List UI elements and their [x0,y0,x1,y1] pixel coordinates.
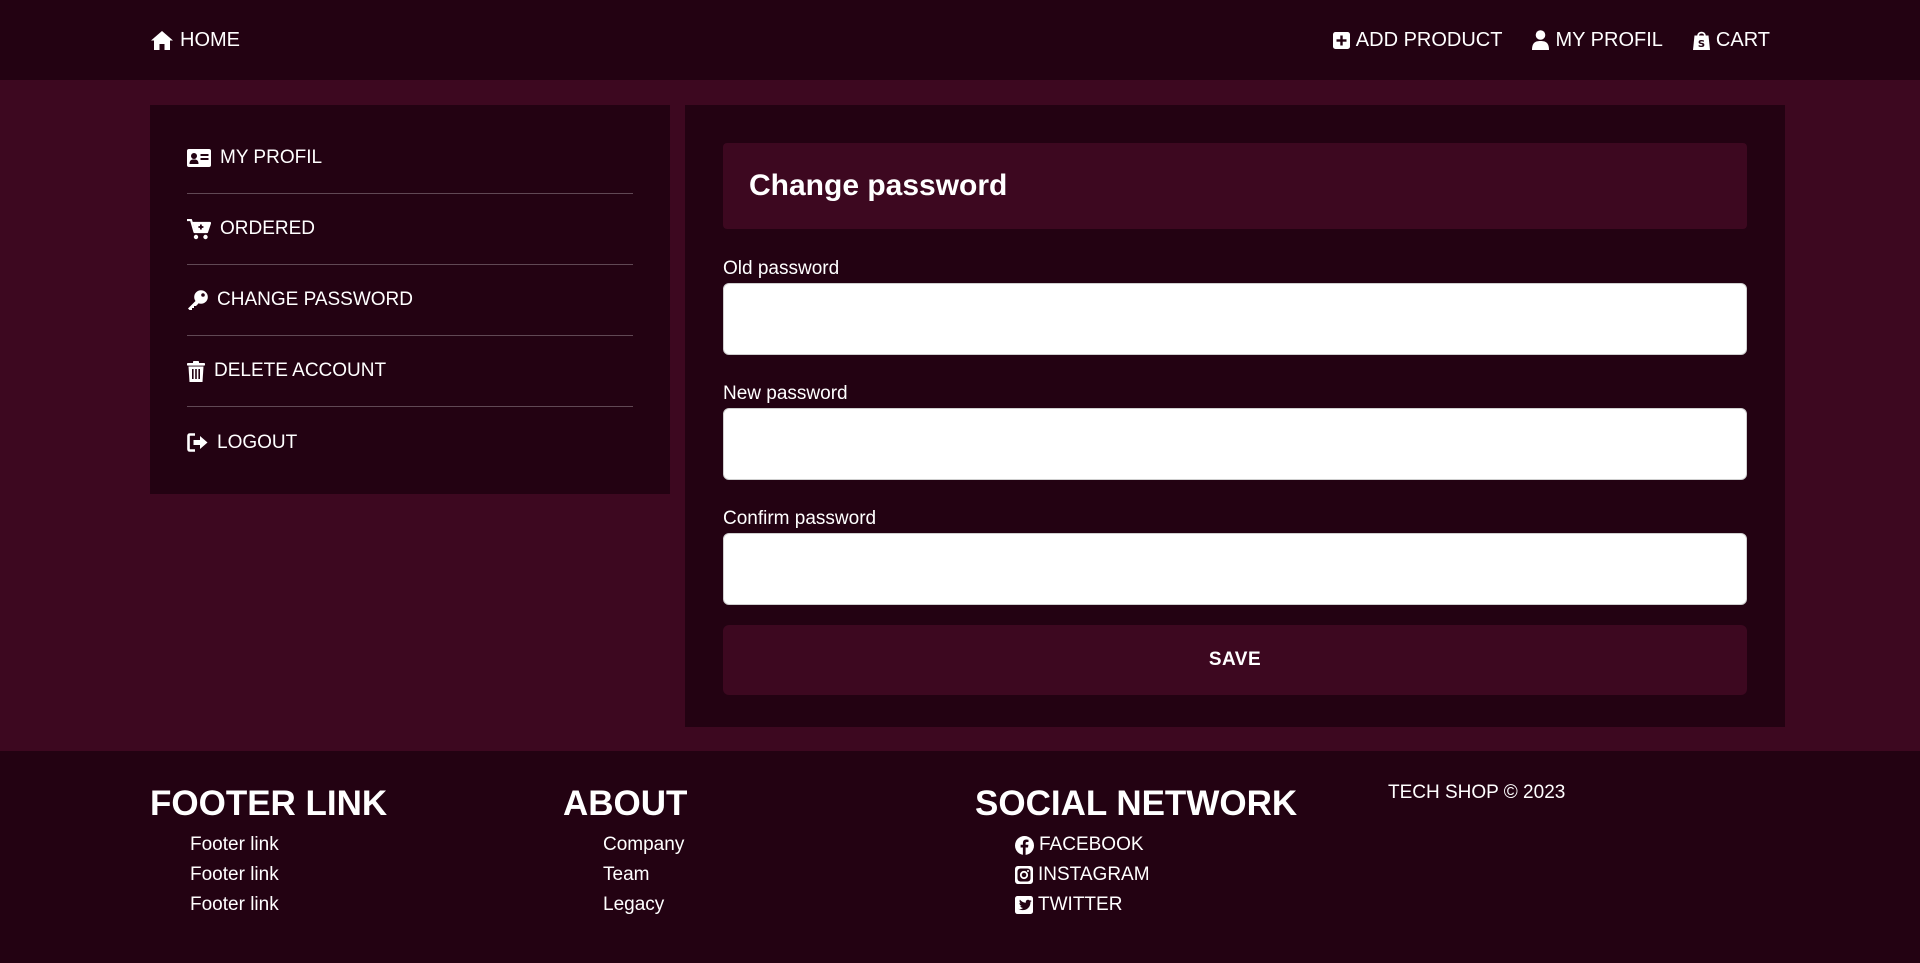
new-password-label: New password [723,383,848,404]
footer-about-heading: ABOUT [563,784,688,823]
account-sidebar: MY PROFIL ORDERED CHANGE PASSWORD DELETE… [150,105,670,494]
top-navbar: HOME ADD PRODUCT MY PROFIL S CART [0,0,1920,80]
sidebar-item-label: CHANGE PASSWORD [217,289,414,310]
trash-icon [187,360,205,382]
footer-social-list: FACEBOOK INSTAGRAM TWITTER [975,830,1297,920]
nav-add-product-link[interactable]: ADD PRODUCT [1332,0,1503,80]
footer-links-heading: FOOTER LINK [150,784,388,823]
sidebar-item-label: LOGOUT [217,431,298,453]
footer-about-legacy-link[interactable]: Legacy [603,890,687,920]
sidebar-item-my-profil[interactable]: MY PROFIL [187,123,633,194]
facebook-label: FACEBOOK [1039,834,1144,855]
nav-home-link[interactable]: HOME [150,0,240,80]
footer-links-list: Footer link Footer link Footer link [150,830,387,920]
footer-links-column: FOOTER LINK Footer link Footer link Foot… [150,778,387,920]
instagram-icon [1015,866,1033,884]
footer-about-company-link[interactable]: Company [603,830,687,860]
footer-social-facebook-link[interactable]: FACEBOOK [1015,830,1297,860]
sidebar-item-delete-account[interactable]: DELETE ACCOUNT [187,336,633,407]
svg-text:S: S [1698,39,1705,50]
nav-cart-link[interactable]: S CART [1692,0,1770,80]
shopping-bag-icon: S [1692,30,1710,50]
old-password-input[interactable] [723,283,1747,355]
instagram-label: INSTAGRAM [1038,864,1150,885]
key-icon [187,289,208,311]
sidebar-item-label: DELETE ACCOUNT [214,360,387,381]
user-icon [1532,30,1550,50]
nav-cart-label: CART [1715,28,1770,51]
footer-social-column: SOCIAL NETWORK FACEBOOK INSTAGRAM TWITTE… [975,778,1297,920]
sidebar-item-ordered[interactable]: ORDERED [187,194,633,265]
twitter-label: TWITTER [1038,894,1123,915]
id-card-icon [187,149,211,167]
sidebar-item-logout[interactable]: LOGOUT [187,407,633,478]
footer-social-heading: SOCIAL NETWORK [975,784,1298,823]
sidebar-item-label: MY PROFIL [220,147,323,168]
panel-header: Change password [723,143,1747,229]
change-password-panel: Change password Old password New passwor… [685,105,1785,727]
nav-right-group: ADD PRODUCT MY PROFIL S CART [1332,0,1770,80]
facebook-icon [1015,835,1034,855]
save-button[interactable]: SAVE [723,625,1747,695]
cart-icon [187,218,211,240]
footer-link[interactable]: Footer link [190,830,387,860]
site-footer: FOOTER LINK Footer link Footer link Foot… [0,751,1920,963]
nav-add-product-label: ADD PRODUCT [1355,28,1503,51]
new-password-input[interactable] [723,408,1747,480]
footer-link[interactable]: Footer link [190,860,387,890]
footer-about-column: ABOUT Company Team Legacy [563,778,687,920]
nav-my-profil-label: MY PROFIL [1555,28,1663,51]
nav-my-profil-link[interactable]: MY PROFIL [1532,0,1663,80]
twitter-icon [1015,896,1033,914]
footer-social-instagram-link[interactable]: INSTAGRAM [1015,860,1297,890]
logout-icon [187,433,208,452]
confirm-password-label: Confirm password [723,508,877,529]
confirm-password-input[interactable] [723,533,1747,605]
footer-about-team-link[interactable]: Team [603,860,687,890]
footer-social-twitter-link[interactable]: TWITTER [1015,890,1297,920]
sidebar-item-change-password[interactable]: CHANGE PASSWORD [187,265,633,336]
footer-link[interactable]: Footer link [190,890,387,920]
page-title: Change password [749,169,1008,202]
nav-home-label: HOME [180,28,240,51]
sidebar-item-label: ORDERED [220,218,316,239]
change-password-form: Old password New password Confirm passwo… [723,258,1747,695]
plus-square-icon [1332,31,1350,49]
old-password-label: Old password [723,258,840,279]
home-icon [150,30,174,51]
footer-about-list: Company Team Legacy [563,830,687,920]
copyright-text: TECH SHOP © 2023 [1388,782,1566,803]
